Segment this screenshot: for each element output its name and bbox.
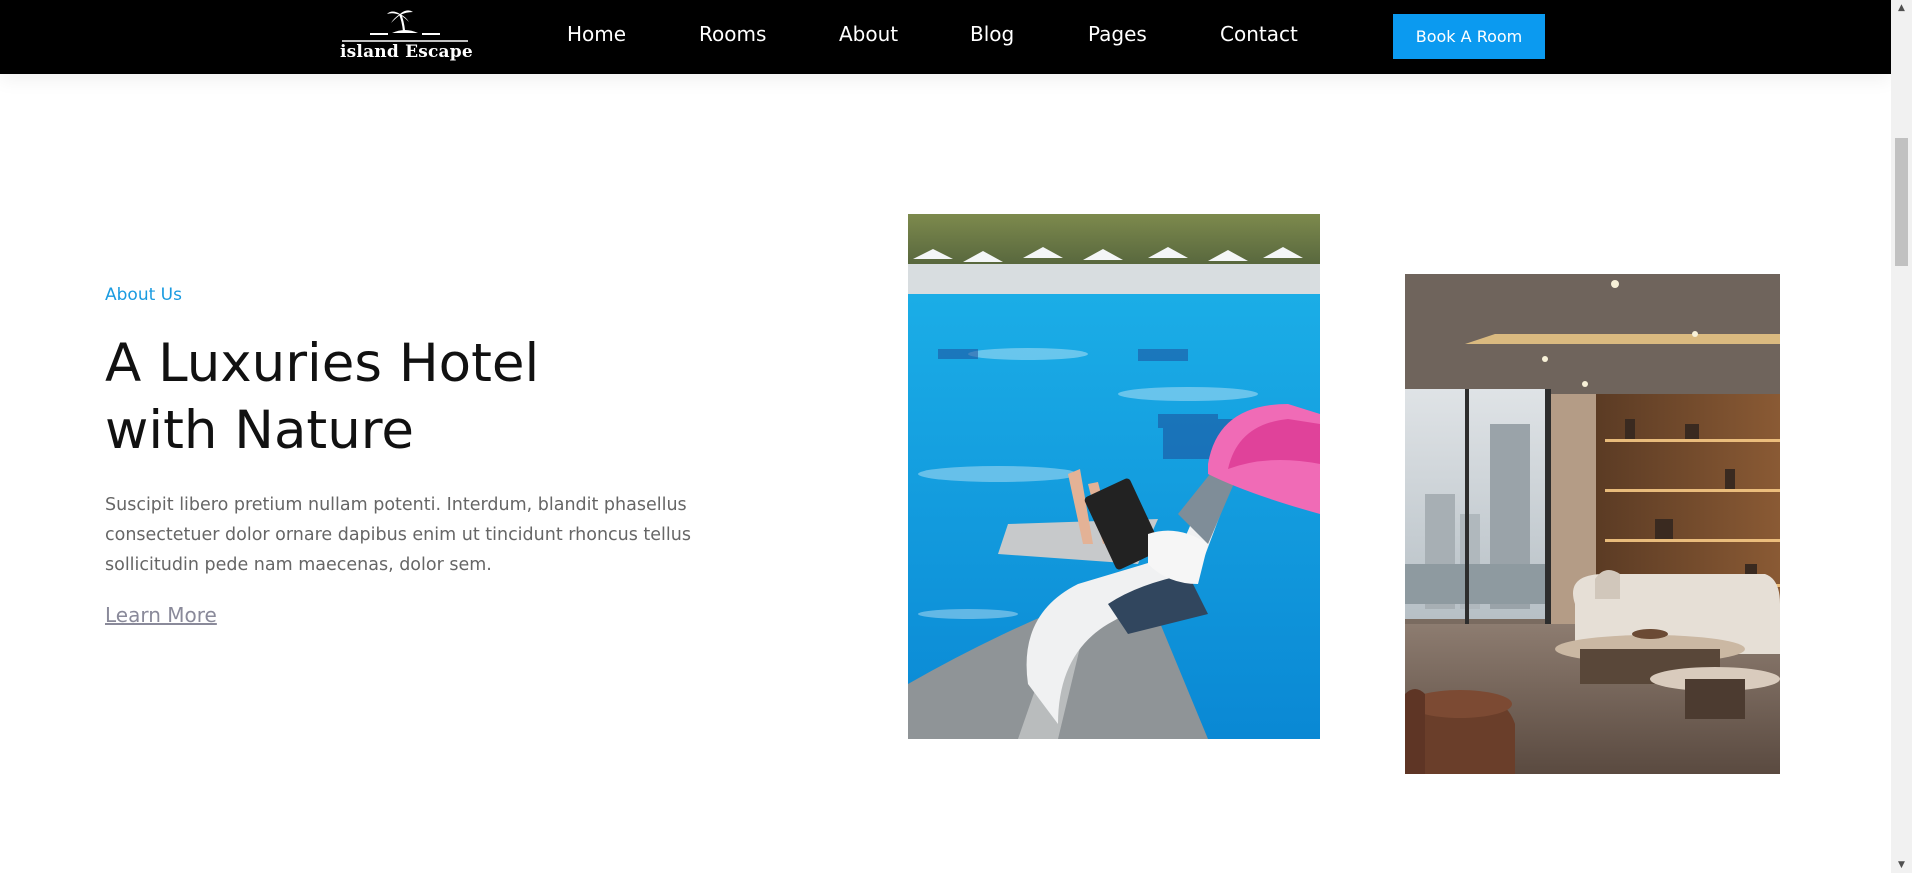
vertical-scrollbar[interactable]: ▲ ▼: [1891, 0, 1912, 873]
pool-lounger-photo: [908, 214, 1320, 739]
nav-home[interactable]: Home: [567, 22, 626, 46]
nav-blog[interactable]: Blog: [970, 22, 1014, 46]
logo-text: island Escape: [340, 42, 473, 62]
nav-rooms[interactable]: Rooms: [699, 22, 766, 46]
headline-line-1: A Luxuries Hotel: [105, 333, 540, 394]
nav-contact[interactable]: Contact: [1220, 22, 1298, 46]
top-navbar: island Escape Home Rooms About Blog Page…: [0, 0, 1891, 74]
section-headline: A Luxuries Hotel with Nature: [105, 330, 539, 464]
scrollbar-thumb[interactable]: [1895, 138, 1908, 266]
nav-about[interactable]: About: [839, 22, 898, 46]
book-a-room-button[interactable]: Book A Room: [1393, 14, 1545, 59]
nav-pages[interactable]: Pages: [1088, 22, 1147, 46]
headline-line-2: with Nature: [105, 400, 415, 461]
site-logo[interactable]: island Escape: [340, 6, 473, 64]
learn-more-link[interactable]: Learn More: [105, 603, 217, 627]
caret-down-icon[interactable]: ▼: [1891, 857, 1912, 873]
palm-island-icon: [342, 10, 468, 42]
lounge-interior-photo: [1405, 274, 1780, 774]
caret-up-icon[interactable]: ▲: [1891, 0, 1912, 16]
section-eyebrow: About Us: [105, 285, 182, 305]
section-description: Suscipit libero pretium nullam potenti. …: [105, 495, 691, 575]
